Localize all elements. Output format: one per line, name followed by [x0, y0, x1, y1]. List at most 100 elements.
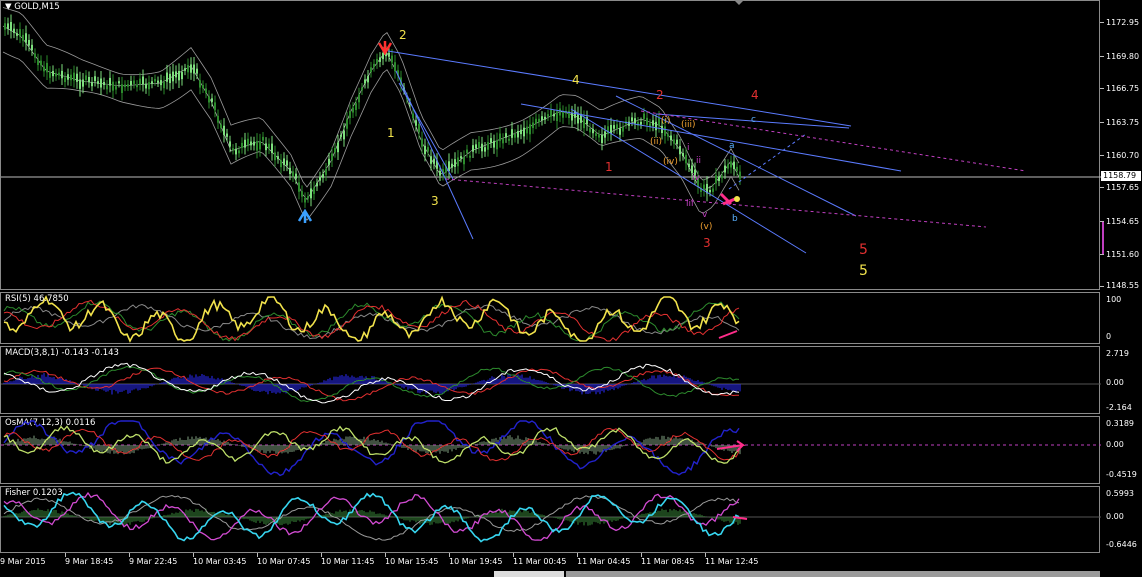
minor-wave-iii: iii [686, 199, 694, 209]
osma-plot [1, 420, 1101, 477]
fisher-tick: 0.00 [1106, 512, 1124, 521]
candle-body [7, 23, 9, 29]
candle-body [265, 143, 267, 151]
candle-body [388, 52, 390, 57]
candle-body [169, 73, 171, 84]
candle-body [601, 134, 603, 143]
osma-tick: 0.00 [1106, 440, 1124, 449]
wave-label-iii: (iii) [681, 120, 696, 130]
candle-body [391, 55, 393, 63]
candle-body [187, 65, 189, 73]
candle-body [145, 83, 147, 89]
candle-body [211, 98, 213, 102]
candle-body [523, 127, 525, 137]
candle-body [676, 139, 678, 145]
candle-body [223, 125, 225, 135]
horizontal-scrollbar-thumb-right[interactable] [566, 571, 1100, 577]
candle-body [340, 134, 342, 137]
horizontal-scrollbar-thumb[interactable] [494, 571, 564, 577]
candle-body [337, 142, 339, 153]
trendline [387, 50, 852, 127]
fisher-pane[interactable]: Fisher 0.1203 [0, 486, 1101, 553]
candle-body [571, 112, 573, 121]
candle-body [739, 171, 741, 179]
candle-body [619, 128, 621, 135]
candle-body [631, 117, 633, 122]
candle-body [526, 126, 528, 134]
wave-label-iv: (iv) [663, 157, 678, 167]
candle-body [544, 116, 546, 120]
price-tick: 1169.80 [1106, 52, 1140, 61]
candle-body [667, 134, 669, 137]
candle-body [514, 134, 516, 138]
wave-label-i: (i) [661, 116, 671, 126]
candle-body [31, 44, 33, 51]
candle-body [415, 120, 417, 126]
candle-body [319, 176, 321, 181]
osma-pane[interactable]: OsMA(7,12,3) 0.0116 [0, 416, 1101, 484]
candle-body [52, 70, 54, 77]
candle-body [292, 171, 294, 177]
fisher-plot [1, 491, 1101, 543]
macd-pane[interactable]: MACD(3,8,1) -0.143 -0.143 [0, 346, 1101, 414]
candle-body [718, 176, 720, 181]
main-chart-pane[interactable]: ▼ GOLD,M15 2 1 3 4 5 1 2 3 4 5 (i) (ii) … [0, 0, 1101, 290]
candle-body [424, 145, 426, 155]
candle-body [685, 154, 687, 164]
candle-body [40, 60, 42, 66]
candle-body [295, 173, 297, 179]
vertical-scroll-marker [1102, 222, 1104, 254]
candle-body [163, 82, 165, 89]
price-plot [1, 7, 1101, 254]
candle-body [199, 80, 201, 88]
candle-body [634, 118, 636, 124]
macd-tick: 2.719 [1106, 349, 1129, 358]
candle-body [592, 128, 594, 134]
candle-body [136, 84, 138, 88]
candle-body [301, 191, 303, 197]
candle-body [421, 138, 423, 147]
candle-body [286, 160, 288, 166]
minor-wave-v: v [702, 210, 708, 220]
signal-dot [734, 196, 740, 202]
candle-body [502, 138, 504, 144]
candle-body [709, 189, 711, 193]
osma-tick: 0.3189 [1106, 419, 1134, 428]
candle-body [10, 22, 12, 32]
wave-label-2: 2 [399, 28, 407, 42]
minor-wave-i: i [687, 143, 690, 153]
candle-body [277, 156, 279, 160]
candle-body [268, 143, 270, 149]
rsi-axis: 100 0 [1100, 292, 1142, 344]
candle-body [46, 62, 48, 73]
time-label: 11 Mar 00:45 [513, 557, 567, 566]
candle-body [616, 124, 618, 129]
candle-body [298, 182, 300, 192]
candle-body [313, 187, 315, 194]
signal-arrow-icon [719, 192, 736, 206]
candle-body [22, 34, 24, 41]
candle-body [664, 126, 666, 136]
candle-body [70, 74, 72, 81]
candle-body [346, 119, 348, 129]
macd-plot [1, 362, 1101, 404]
candle-body [154, 78, 156, 82]
rsi-pane[interactable]: RSI(5) 46.7850 [0, 292, 1100, 344]
candle-body [4, 23, 6, 30]
candle-body [166, 72, 168, 82]
candle-body [727, 164, 729, 169]
candle-body [670, 135, 672, 141]
price-tick: 1148.55 [1106, 281, 1140, 290]
candle-body [130, 80, 132, 86]
candle-body [490, 138, 492, 143]
candle-body [598, 134, 600, 138]
osma-axis: 0.3189 0.00 -0.4519 [1100, 416, 1142, 484]
wave-label-a: a [729, 141, 735, 151]
candle-body [379, 57, 381, 62]
candle-body [505, 133, 507, 138]
time-label: 9 Mar 18:45 [65, 557, 114, 566]
candle-body [112, 81, 114, 91]
trendline [398, 82, 454, 180]
candle-body [496, 140, 498, 150]
candle-body [376, 58, 378, 64]
